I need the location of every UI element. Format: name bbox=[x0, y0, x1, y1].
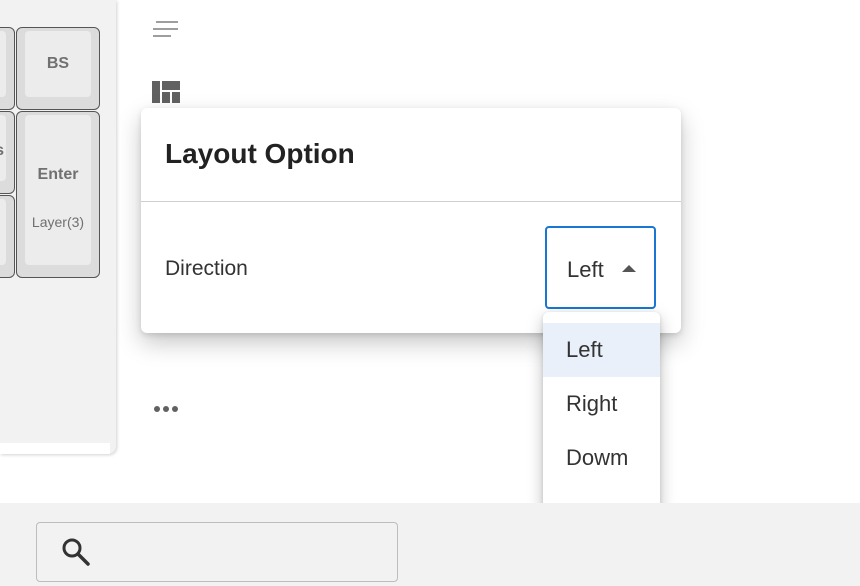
menu-item-down[interactable]: Dowm bbox=[543, 431, 660, 485]
key-enter[interactable]: Enter Layer(3) bbox=[16, 111, 100, 278]
more-horizontal-icon[interactable] bbox=[153, 401, 179, 419]
direction-select[interactable]: Left bbox=[545, 226, 656, 309]
search-icon bbox=[61, 537, 91, 572]
caret-up-icon bbox=[622, 265, 636, 272]
direction-label: Direction bbox=[165, 257, 248, 280]
key-sublabel: Layer(3) bbox=[31, 214, 85, 230]
dialog-title: Layout Option bbox=[165, 138, 355, 169]
search-box[interactable] bbox=[36, 522, 398, 582]
menu-item-right[interactable]: Right bbox=[543, 377, 660, 431]
key-label: Enter bbox=[37, 166, 79, 183]
bottom-bar bbox=[0, 503, 860, 586]
layout-grid-icon[interactable] bbox=[152, 81, 180, 108]
dialog-divider bbox=[141, 201, 681, 202]
key-partial-bottom[interactable] bbox=[0, 195, 15, 278]
keyboard-panel: s BS Enter Layer(3) bbox=[0, 0, 116, 454]
key-label: BS bbox=[46, 55, 70, 72]
layout-option-dialog: Layout Option Direction Left bbox=[141, 108, 681, 333]
key-partial-middle[interactable]: s bbox=[0, 111, 15, 194]
search-input[interactable] bbox=[107, 533, 391, 573]
align-lines-icon[interactable] bbox=[152, 20, 180, 43]
key-partial-top[interactable] bbox=[0, 27, 15, 110]
key-bs[interactable]: BS bbox=[16, 27, 100, 110]
menu-item-left[interactable]: Left bbox=[543, 323, 660, 377]
key-label: s bbox=[0, 142, 4, 160]
direction-select-value: Left bbox=[567, 257, 604, 282]
